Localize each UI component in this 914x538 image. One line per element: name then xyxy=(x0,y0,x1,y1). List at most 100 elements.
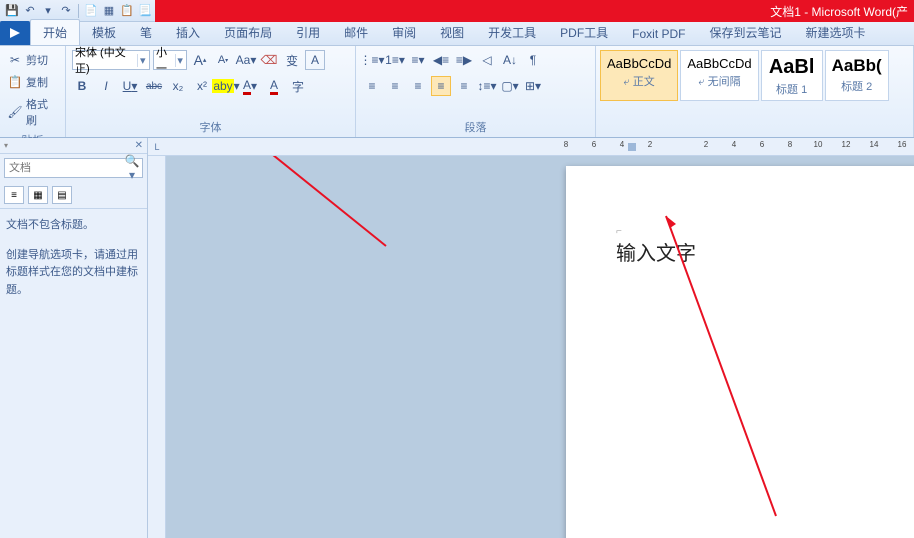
styles-group: AaBbCcDd ⤶ 正文 AaBbCcDd ⤶ 无间隔 AaBl 标题 1 A… xyxy=(596,46,914,137)
tab-reference[interactable]: 引用 xyxy=(284,20,332,45)
nav-msg1: 文档不包含标题。 xyxy=(6,217,141,235)
tab-insert[interactable]: 插入 xyxy=(164,20,212,45)
style-heading1[interactable]: AaBl 标题 1 xyxy=(761,50,823,101)
style-gallery: AaBbCcDd ⤶ 正文 AaBbCcDd ⤶ 无间隔 AaBl 标题 1 A… xyxy=(600,50,909,101)
bold-button[interactable]: B xyxy=(72,76,92,96)
tab-home[interactable]: 开始 xyxy=(30,19,80,45)
document-area[interactable]: ⌐ 输入文字 xyxy=(166,156,914,538)
clear-format-button[interactable]: ⌫ xyxy=(259,50,279,70)
shrink-font-button[interactable]: A▾ xyxy=(213,50,233,70)
numbering-button[interactable]: 1≡▾ xyxy=(385,50,405,70)
strike-button[interactable]: abc xyxy=(144,76,164,96)
search-input[interactable] xyxy=(5,162,122,174)
nav-body: 文档不包含标题。 创建导航选项卡，请通过用标题样式在您的文档中建标题。 xyxy=(0,209,147,307)
scissors-icon: ✂ xyxy=(8,53,22,67)
bullets-button[interactable]: ⋮≡▾ xyxy=(362,50,382,70)
sort-button[interactable]: A↓ xyxy=(500,50,520,70)
tab-new[interactable]: 新建选项卡 xyxy=(794,20,878,45)
qat-doc2-icon[interactable]: 📋 xyxy=(119,3,135,19)
workspace: ▾ ✕ 🔍▾ ≡ ▦ ▤ 文档不包含标题。 创建导航选项卡，请通过用标题样式在您… xyxy=(0,138,914,538)
nav-tabs: ≡ ▦ ▤ xyxy=(0,182,147,209)
redo-icon[interactable]: ↷ xyxy=(58,3,74,19)
qat-doc-icon[interactable]: 📄 xyxy=(83,3,99,19)
paragraph-group-label: 段落 xyxy=(362,117,589,135)
style-preview: AaBb( xyxy=(832,54,882,78)
enclosed-char-button[interactable]: 字 xyxy=(288,76,308,96)
tab-mail[interactable]: 邮件 xyxy=(332,20,380,45)
font-size-value: 小一 xyxy=(156,44,175,76)
align-center-button[interactable]: ≡ xyxy=(385,76,405,96)
tab-view[interactable]: 视图 xyxy=(428,20,476,45)
style-preview: AaBl xyxy=(768,54,816,81)
phonetic-button[interactable]: 变 xyxy=(282,50,302,70)
cut-button[interactable]: ✂ 剪切 xyxy=(6,50,59,70)
font-color-button[interactable]: A▾ xyxy=(240,76,260,96)
nav-tab-results[interactable]: ▤ xyxy=(52,186,72,204)
qat-dropdown-icon[interactable]: ▾ xyxy=(40,3,56,19)
indent-dec-button[interactable]: ◀≡ xyxy=(431,50,451,70)
tab-layout[interactable]: 页面布局 xyxy=(212,20,284,45)
file-tab[interactable] xyxy=(0,21,30,45)
qat-doc3-icon[interactable]: 📃 xyxy=(137,3,153,19)
font-name-combo[interactable]: 宋体 (中文正)▾ xyxy=(72,50,150,70)
qat-table-icon[interactable]: ▦ xyxy=(101,3,117,19)
save-icon[interactable]: 💾 xyxy=(4,3,20,19)
brush-icon: 🖌 xyxy=(8,105,22,119)
change-case-button[interactable]: Aa▾ xyxy=(236,50,256,70)
font-name-value: 宋体 (中文正) xyxy=(75,44,137,76)
search-icon[interactable]: 🔍▾ xyxy=(122,154,142,182)
copy-button[interactable]: 📋复制 xyxy=(6,72,59,92)
style-name: ⤶ 无间隔 xyxy=(687,73,751,89)
document-page[interactable]: ⌐ 输入文字 xyxy=(566,166,914,538)
char-shading-button[interactable]: A xyxy=(264,76,284,96)
shading-button[interactable]: ▢▾ xyxy=(500,76,520,96)
distribute-button[interactable]: ≡ xyxy=(454,76,474,96)
tab-foxit[interactable]: Foxit PDF xyxy=(620,23,697,45)
tab-dev[interactable]: 开发工具 xyxy=(476,20,548,45)
ltr-button[interactable]: ◁ xyxy=(477,50,497,70)
vertical-ruler[interactable] xyxy=(148,156,166,538)
document-text[interactable]: 输入文字 xyxy=(616,237,914,266)
nav-tab-pages[interactable]: ▦ xyxy=(28,186,48,204)
line-spacing-button[interactable]: ↕≡▾ xyxy=(477,76,497,96)
nav-msg2: 创建导航选项卡，请通过用标题样式在您的文档中建标题。 xyxy=(6,247,141,300)
ruler-number: 10 xyxy=(814,140,823,149)
style-nospacing[interactable]: AaBbCcDd ⤶ 无间隔 xyxy=(680,50,758,101)
superscript-button[interactable]: x² xyxy=(192,76,212,96)
undo-icon[interactable]: ↶ xyxy=(22,3,38,19)
align-left-button[interactable]: ≡ xyxy=(362,76,382,96)
underline-button[interactable]: U▾ xyxy=(120,76,140,96)
grow-font-button[interactable]: A▴ xyxy=(190,50,210,70)
horizontal-ruler[interactable]: 8642246810121416182022242628 xyxy=(166,138,914,156)
justify-button[interactable]: ≡ xyxy=(431,76,451,96)
style-name: 标题 2 xyxy=(832,78,882,94)
close-icon[interactable]: ✕ xyxy=(135,140,143,151)
nav-tab-headings[interactable]: ≡ xyxy=(4,186,24,204)
italic-button[interactable]: I xyxy=(96,76,116,96)
ruler-number: 16 xyxy=(898,140,907,149)
font-size-combo[interactable]: 小一▾ xyxy=(153,50,187,70)
ruler-number: 2 xyxy=(704,140,708,149)
char-border-button[interactable]: A xyxy=(305,50,325,70)
tab-pdf[interactable]: PDF工具 xyxy=(548,20,620,45)
tab-template[interactable]: 模板 xyxy=(80,20,128,45)
paragraph-mark: ⌐ xyxy=(616,226,914,237)
highlight-button[interactable]: aby▾ xyxy=(216,76,236,96)
ruler-column: L xyxy=(148,138,166,538)
showmarks-button[interactable]: ¶ xyxy=(523,50,543,70)
tab-pen[interactable]: 笔 xyxy=(128,20,164,45)
painter-button[interactable]: 🖌格式刷 xyxy=(6,94,59,130)
cut-label: 剪切 xyxy=(26,52,48,68)
tab-cloud[interactable]: 保存到云笔记 xyxy=(698,20,794,45)
ruler-number: 6 xyxy=(760,140,764,149)
style-preview: AaBbCcDd xyxy=(687,54,751,73)
subscript-button[interactable]: x₂ xyxy=(168,76,188,96)
style-heading2[interactable]: AaBb( 标题 2 xyxy=(825,50,889,101)
borders-button[interactable]: ⊞▾ xyxy=(523,76,543,96)
align-right-button[interactable]: ≡ xyxy=(408,76,428,96)
ruler-indent-marker[interactable] xyxy=(628,143,636,151)
style-normal[interactable]: AaBbCcDd ⤶ 正文 xyxy=(600,50,678,101)
multilevel-button[interactable]: ≡▾ xyxy=(408,50,428,70)
indent-inc-button[interactable]: ≡▶ xyxy=(454,50,474,70)
tab-review[interactable]: 审阅 xyxy=(380,20,428,45)
